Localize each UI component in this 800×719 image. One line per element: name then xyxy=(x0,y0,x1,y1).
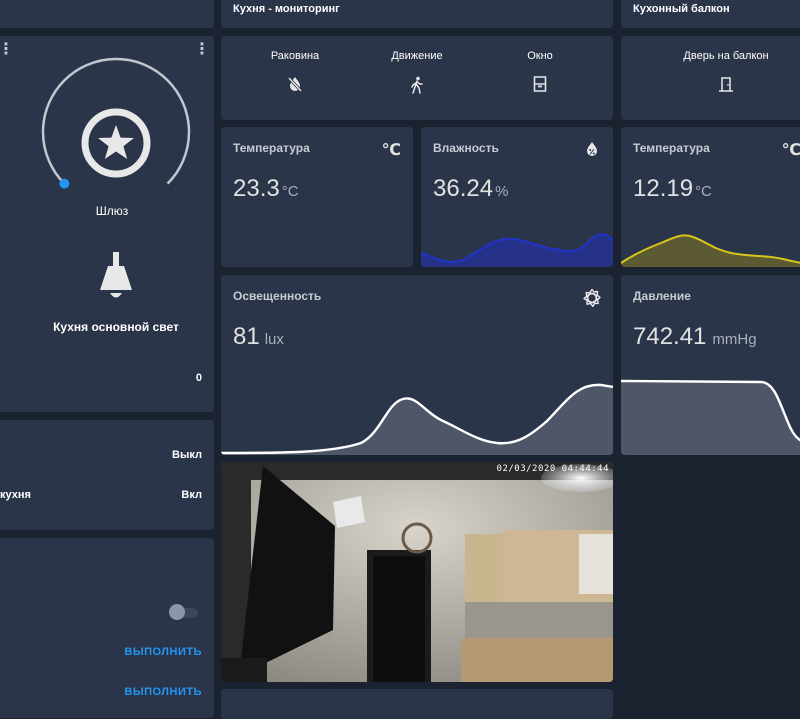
balcony-temperature-history-graph xyxy=(621,234,800,267)
balcony-glance-card: Дверь на балкон xyxy=(621,36,800,120)
kitchen-light-value: 0 xyxy=(195,372,202,384)
script-toggle[interactable] xyxy=(169,604,200,620)
glance-item-window[interactable]: Окно xyxy=(495,50,585,97)
value-number: 23.3 xyxy=(233,175,280,202)
glance-item-name: Раковина xyxy=(270,50,320,62)
run-script-button[interactable]: ВЫПОЛНИТЬ xyxy=(124,646,202,658)
scripts-card: ВЫПОЛНИТЬ ВЫПОЛНИТЬ xyxy=(0,538,214,718)
glance-item-name: Движение xyxy=(391,50,443,62)
water-percent-icon xyxy=(587,142,597,156)
switch-row-state[interactable]: Выкл xyxy=(172,449,202,461)
sensor-value: 742.41 mmHg xyxy=(633,323,757,351)
dial-knob[interactable] xyxy=(59,178,70,189)
star-circle-icon[interactable] xyxy=(81,108,151,178)
kitchen-glance-card: Раковина Движение Окно xyxy=(221,36,613,120)
value-number: 742.41 xyxy=(633,323,707,350)
illuminance-history-graph xyxy=(221,383,613,455)
gateway-dial[interactable] xyxy=(36,52,196,212)
balcony-temperature-card[interactable]: Температура ℃ 12.19 °C xyxy=(621,127,800,267)
sensor-value: 81 lux xyxy=(233,323,284,351)
gateway-label: Шлюз xyxy=(95,204,129,218)
celsius-icon: ℃ xyxy=(781,142,800,159)
switches-card: Выкл кухня Вкл xyxy=(0,420,214,530)
pressure-graph-fill xyxy=(621,381,800,455)
water-off-icon xyxy=(287,76,303,93)
door-icon xyxy=(719,77,733,92)
sensor-name: Температура xyxy=(633,141,710,155)
value-number: 81 xyxy=(233,323,260,350)
run-script-button[interactable]: ВЫПОЛНИТЬ xyxy=(124,686,202,698)
more-vert-icon[interactable]: ⋮ xyxy=(194,42,210,58)
kitchen-balcony-title: Кухонный балкон xyxy=(633,3,730,15)
kitchen-light-label: Кухня основной свет xyxy=(53,320,179,334)
kitchen-balcony-header: Кухонный балкон xyxy=(621,0,800,28)
value-unit: mmHg xyxy=(712,331,757,348)
humidity-history-graph xyxy=(421,233,613,267)
value-unit: °C xyxy=(695,183,712,200)
glance-item-name: Окно xyxy=(527,50,553,62)
glance-item-balcony-door[interactable]: Дверь на балкон xyxy=(676,50,776,97)
camera-timestamp: 02/03/2020 04:44:44 xyxy=(496,464,609,474)
camera-feed[interactable]: 02/03/2020 04:44:44 xyxy=(221,462,613,682)
kitchen-temperature-card[interactable]: Температура ℃ 23.3 °C xyxy=(221,127,413,267)
value-unit: lux xyxy=(264,331,284,348)
bottom-partial-card xyxy=(221,689,613,719)
window-icon xyxy=(533,76,547,92)
brightness-icon xyxy=(583,289,601,307)
glance-item-sink[interactable]: Раковина xyxy=(250,50,340,97)
illuminance-card[interactable]: Освещенность 81 lux xyxy=(221,275,613,455)
value-unit: % xyxy=(495,183,509,200)
left-top-card xyxy=(0,0,214,28)
glance-item-name: Дверь на балкон xyxy=(683,50,769,62)
pressure-card[interactable]: Давление 742.41 mmHg xyxy=(621,275,800,455)
sensor-name: Освещенность xyxy=(233,289,322,303)
glance-item-motion[interactable]: Движение xyxy=(372,50,462,99)
switch-row-state[interactable]: Вкл xyxy=(181,489,202,501)
sensor-value: 36.24% xyxy=(433,175,508,203)
pressure-history-graph xyxy=(621,379,800,455)
sensor-value: 12.19 °C xyxy=(633,175,712,203)
walk-icon xyxy=(411,76,423,94)
kitchen-monitoring-header: Кухня - мониторинг xyxy=(221,0,613,28)
balcony-temp-graph-fill xyxy=(621,235,800,267)
ceiling-lamp-icon[interactable] xyxy=(86,248,146,308)
sensor-name: Температура xyxy=(233,141,310,155)
more-vert-icon[interactable]: ⋮ xyxy=(0,42,14,58)
celsius-icon: ℃ xyxy=(381,142,401,159)
illuminance-graph-fill xyxy=(221,384,613,455)
camera-image xyxy=(221,462,613,682)
value-number: 12.19 xyxy=(633,175,694,202)
kitchen-humidity-card[interactable]: Влажность 36.24% xyxy=(421,127,613,267)
kitchen-monitoring-title: Кухня - мониторинг xyxy=(233,3,340,15)
toggle-thumb xyxy=(169,604,185,620)
sensor-value: 23.3 °C xyxy=(233,175,299,203)
gateway-light-card: ⋮ ⋮ Шлюз Кухня основной свет 0 xyxy=(0,36,214,412)
switch-row-label: кухня xyxy=(0,489,31,501)
sensor-name: Влажность xyxy=(433,141,499,155)
value-number: 36.24 xyxy=(433,175,494,202)
value-unit: °C xyxy=(281,183,299,200)
sensor-name: Давление xyxy=(633,289,691,303)
